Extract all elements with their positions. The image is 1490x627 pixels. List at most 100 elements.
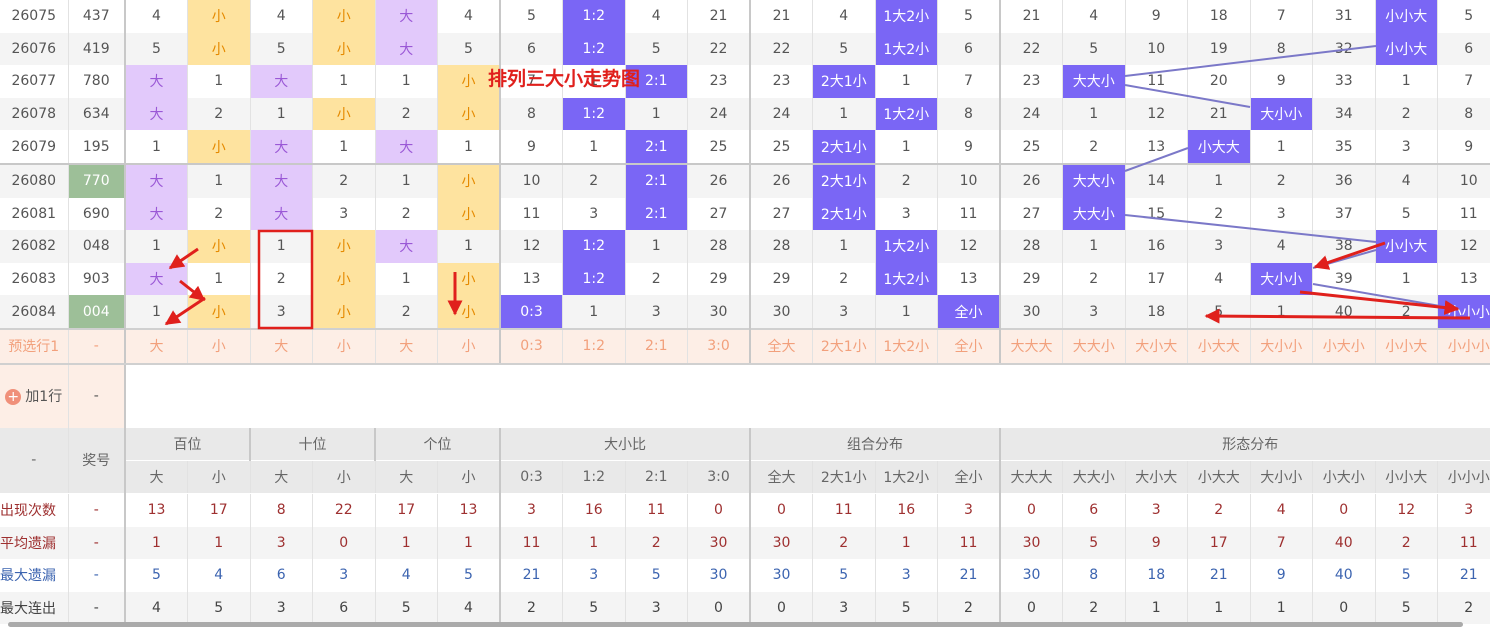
- add-row: + 加1行 -: [0, 363, 1490, 428]
- trend-cell: 5: [250, 32, 313, 66]
- trend-cell: 12: [1437, 230, 1490, 263]
- trend-cell: 4: [812, 0, 876, 33]
- annotation-title: 排列三大小走势图: [488, 68, 641, 90]
- header-sub: 小: [437, 460, 501, 494]
- trend-cell: 小: [437, 295, 501, 329]
- header-group: 形态分布: [1000, 427, 1490, 461]
- trend-cell: 5: [1062, 32, 1126, 66]
- trend-cell: 小小大: [1375, 0, 1438, 33]
- stats-value: 1: [125, 526, 188, 560]
- draw-number-cell: 780: [68, 65, 126, 98]
- header-number: 奖号: [68, 427, 126, 494]
- preselect-label[interactable]: 预选行1: [0, 327, 69, 365]
- trend-cell: 18: [1125, 295, 1188, 329]
- header-group: 个位: [375, 427, 501, 461]
- trend-cell: 大: [125, 65, 188, 98]
- trend-cell: 小: [437, 197, 501, 231]
- header-row: - 奖号 百位 十位 个位 大小比 组合分布 形态分布: [0, 427, 1490, 494]
- stats-value: 5: [1375, 591, 1438, 625]
- preselect-option[interactable]: 小: [437, 327, 501, 365]
- stats-value: 13: [437, 493, 501, 527]
- preselect-option[interactable]: 小小小: [1437, 327, 1490, 365]
- trend-cell: 小: [187, 295, 251, 329]
- period-cell: 26075: [0, 0, 69, 33]
- trend-cell: 25: [750, 130, 813, 164]
- preselect-option[interactable]: 大小小: [1250, 327, 1313, 365]
- horizontal-scrollbar[interactable]: [8, 622, 1463, 627]
- stats-value: 3: [1437, 493, 1490, 527]
- stats-label: 平均遗漏: [0, 526, 69, 560]
- trend-cell: 1: [125, 295, 188, 329]
- preselect-option[interactable]: 大: [250, 327, 313, 365]
- header-sub: 大大小: [1062, 460, 1126, 494]
- preselect-option[interactable]: 小小大: [1375, 327, 1438, 365]
- stats-value: 1: [1187, 591, 1251, 625]
- trend-cell: 14: [1125, 162, 1188, 198]
- preselect-option[interactable]: 大: [125, 327, 188, 365]
- preselect-option[interactable]: 大大小: [1062, 327, 1126, 365]
- draw-number-cell: 770: [68, 162, 126, 198]
- preselect-option[interactable]: 小大大: [1187, 327, 1251, 365]
- stats-value: 5: [625, 559, 688, 592]
- stats-value: 40: [1312, 559, 1376, 592]
- preselect-option[interactable]: 大小大: [1125, 327, 1188, 365]
- trend-cell: 9: [1125, 0, 1188, 33]
- preselect-option[interactable]: 全小: [937, 327, 1001, 365]
- trend-cell: 12: [500, 230, 563, 263]
- preselect-option[interactable]: 0:3: [500, 327, 563, 365]
- stats-row: 最大遗漏 -5 4 6 3 4 5 21 3 5 30 30 5 3 21 30 8 18 21 9 40 5 21: [0, 559, 1490, 592]
- trend-cell: 10: [937, 162, 1001, 198]
- trend-cell: 1: [250, 97, 313, 131]
- trend-cell: 1: [625, 97, 688, 131]
- trend-cell: 2:1: [625, 130, 688, 164]
- preselect-option[interactable]: 1大2小: [875, 327, 938, 365]
- preselect-option[interactable]: 3:0: [687, 327, 751, 365]
- trend-cell: 25: [687, 130, 751, 164]
- trend-cell: 4: [437, 0, 501, 33]
- trend-cell: 34: [1312, 97, 1376, 131]
- trend-cell: 大: [250, 197, 313, 231]
- trend-cell: 1大2小: [875, 32, 938, 66]
- trend-cell: 3: [562, 197, 626, 231]
- trend-cell: 大: [250, 130, 313, 164]
- trend-cell: 大: [375, 230, 438, 263]
- stats-value: 11: [500, 526, 563, 560]
- trend-cell: 小: [187, 32, 251, 66]
- preselect-option[interactable]: 全大: [750, 327, 813, 365]
- preselect-option[interactable]: 2大1小: [812, 327, 876, 365]
- preselect-option[interactable]: 大: [375, 327, 438, 365]
- trend-cell: 19: [1187, 32, 1251, 66]
- stats-value: 8: [1062, 559, 1126, 592]
- stats-value: 4: [187, 559, 251, 592]
- stats-value: 30: [1000, 526, 1063, 560]
- draw-number-cell: 634: [68, 97, 126, 131]
- preselect-option[interactable]: 1:2: [562, 327, 626, 365]
- trend-cell: 29: [750, 262, 813, 296]
- trend-cell: 5: [625, 32, 688, 66]
- add-row-button[interactable]: + 加1行: [0, 363, 69, 428]
- trend-cell: 1大2小: [875, 97, 938, 131]
- stats-value: 5: [375, 591, 438, 625]
- trend-cell: 大: [375, 130, 438, 164]
- stats-value: 30: [750, 559, 813, 592]
- trend-cell: 11: [1125, 65, 1188, 98]
- trend-cell: 33: [1312, 65, 1376, 98]
- preselect-option[interactable]: 小: [312, 327, 376, 365]
- stats-value: 2: [1062, 591, 1126, 625]
- stats-value: 22: [312, 493, 376, 527]
- trend-cell: 15: [1125, 197, 1188, 231]
- header-group: 百位: [125, 427, 251, 461]
- stats-value: 21: [1437, 559, 1490, 592]
- header-subrow: 大小大小大小 0:3 1:2 2:1 3:0 全大 2大1小 1大2小 全小 大大大 大大小 大小大小…: [0, 460, 1490, 494]
- trend-cell: 27: [1000, 197, 1063, 231]
- preselect-option[interactable]: 小: [187, 327, 251, 365]
- preselect-option[interactable]: 大大大: [1000, 327, 1063, 365]
- add-row-label: 加1行: [25, 389, 63, 406]
- trend-cell: 1: [312, 65, 376, 98]
- preselect-row[interactable]: 预选行1- 大小大小大小 0:3 1:2 2:1 3:0 全大 2大1小 1大2小 全小 大大大 大大…: [0, 327, 1490, 365]
- trend-cell: 13: [1437, 262, 1490, 296]
- trend-cell: 8: [1437, 97, 1490, 131]
- trend-cell: 小: [187, 0, 251, 33]
- preselect-option[interactable]: 小大小: [1312, 327, 1376, 365]
- preselect-option[interactable]: 2:1: [625, 327, 688, 365]
